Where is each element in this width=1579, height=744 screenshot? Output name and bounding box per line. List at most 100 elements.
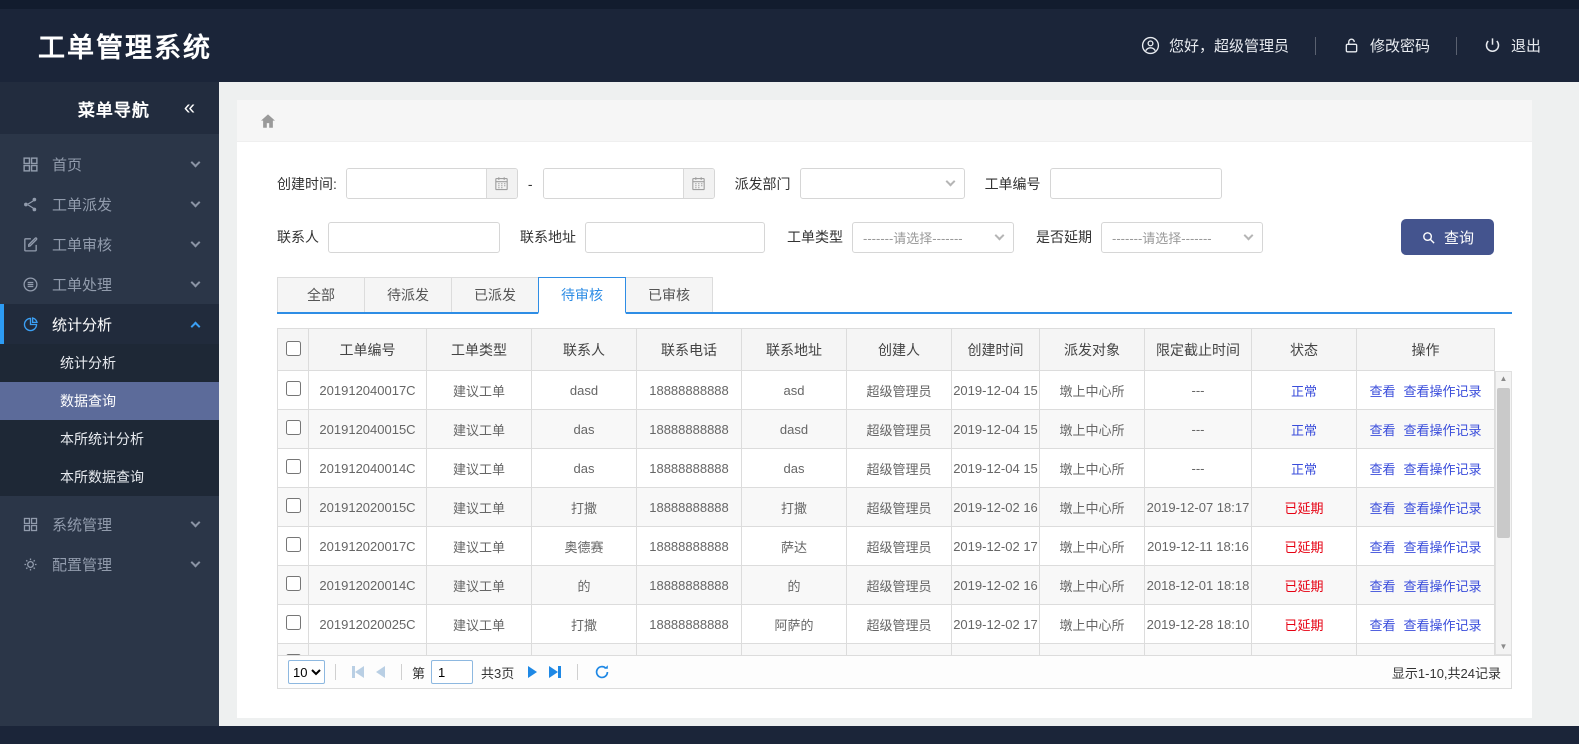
cell-empty [1356, 643, 1495, 655]
view-log-link[interactable]: 查看操作记录 [1404, 423, 1482, 438]
col-creator: 创建人 [846, 328, 952, 371]
sidebar-item-home[interactable]: 首页 [0, 144, 219, 184]
sidebar-item-config[interactable]: 配置管理 [0, 544, 219, 584]
page-number-input[interactable] [431, 660, 474, 684]
tab-all[interactable]: 全部 [277, 277, 365, 312]
table-header-row: 工单编号 工单类型 联系人 联系电话 联系地址 创建人 创建时间 派发对象 限定… [277, 328, 1495, 371]
view-link[interactable]: 查看 [1369, 423, 1395, 438]
contact-input[interactable] [328, 221, 500, 253]
cell-status: 正常 [1251, 370, 1357, 410]
collapse-sidebar-icon[interactable]: « [184, 97, 195, 120]
cell-actions: 查看 查看操作记录 [1356, 526, 1495, 566]
cell-type: 建议工单 [426, 370, 532, 410]
view-log-link[interactable]: 查看操作记录 [1404, 384, 1482, 399]
view-log-link[interactable]: 查看操作记录 [1404, 462, 1482, 477]
first-page-button[interactable] [352, 666, 364, 678]
select-all-checkbox[interactable] [285, 340, 301, 356]
sidebar-item-statistics[interactable]: 统计分析 [0, 304, 219, 344]
view-link[interactable]: 查看 [1369, 618, 1395, 633]
address-input[interactable] [585, 221, 765, 253]
order-type-value: -------请选择------- [863, 230, 963, 246]
row-checkbox[interactable] [285, 654, 301, 655]
sidebar-item-label: 系统管理 [52, 516, 113, 534]
delay-select[interactable]: -------请选择------- [1101, 221, 1263, 253]
date-separator: - [527, 175, 533, 192]
submenu-item-data-query[interactable]: 数据查询 [0, 382, 219, 420]
cell-actions: 查看 查看操作记录 [1356, 487, 1495, 527]
sidebar-item-system[interactable]: 系统管理 [0, 504, 219, 544]
cell-contact: 打撒 [531, 604, 637, 644]
calendar-icon[interactable] [485, 169, 517, 198]
refresh-icon[interactable] [594, 664, 610, 680]
row-checkbox[interactable] [285, 459, 301, 474]
greeting-text: 您好，超级管理员 [1168, 38, 1289, 55]
table-scrollbar[interactable]: ▲ ▼ [1495, 371, 1512, 655]
prev-page-button[interactable] [376, 666, 385, 678]
sidebar-item-process[interactable]: 工单处理 [0, 264, 219, 304]
tab-reviewed[interactable]: 已审核 [625, 277, 713, 312]
scrollbar-thumb[interactable] [1497, 388, 1510, 538]
cell-address: 阿萨的 [741, 604, 847, 644]
dispatch-dept-select[interactable] [799, 168, 965, 199]
view-log-link[interactable]: 查看操作记录 [1404, 618, 1482, 633]
pie-chart-icon [22, 316, 39, 333]
cell-created: 2019-12-02 17 [951, 526, 1040, 566]
view-log-link[interactable]: 查看操作记录 [1404, 540, 1482, 555]
order-type-select[interactable]: -------请选择------- [852, 221, 1014, 253]
logout-button[interactable]: 退出 [1483, 35, 1541, 56]
view-log-link[interactable]: 查看操作记录 [1404, 501, 1482, 516]
row-checkbox[interactable] [285, 381, 301, 396]
breadcrumb [237, 100, 1532, 142]
view-link[interactable]: 查看 [1369, 462, 1395, 477]
submenu-item-branch-data-query[interactable]: 本所数据查询 [0, 458, 219, 496]
cell-address: 的 [741, 565, 847, 605]
submenu-item-statistics[interactable]: 统计分析 [0, 344, 219, 382]
home-icon[interactable] [259, 112, 277, 130]
sidebar-item-dispatch[interactable]: 工单派发 [0, 184, 219, 224]
scroll-up-icon[interactable]: ▲ [1500, 372, 1508, 386]
cell-phone: 18888888888 [636, 487, 742, 527]
cell-address: 打撒 [741, 487, 847, 527]
cell-phone: 18888888888 [636, 370, 742, 410]
cell-actions: 查看 查看操作记录 [1356, 565, 1495, 605]
scroll-down-icon[interactable]: ▼ [1500, 640, 1508, 654]
cell-address: 萨达 [741, 526, 847, 566]
cell-target: 墩上中心所 [1039, 526, 1145, 566]
view-link[interactable]: 查看 [1369, 579, 1395, 594]
col-status: 状态 [1251, 328, 1357, 371]
row-checkbox[interactable] [285, 498, 301, 513]
tab-pending-review[interactable]: 待审核 [538, 277, 626, 314]
row-checkbox[interactable] [285, 420, 301, 435]
view-log-link[interactable]: 查看操作记录 [1404, 579, 1482, 594]
page-size-select[interactable]: 10 [288, 660, 325, 684]
cell-target: 墩上中心所 [1039, 409, 1145, 449]
table-row: 201912040015C 建议工单 das 18888888888 dasd 超级管理员… [277, 409, 1495, 449]
orders-table: 工单编号 工单类型 联系人 联系电话 联系地址 创建人 创建时间 派发对象 限定… [277, 328, 1495, 655]
edit-icon [22, 236, 39, 253]
calendar-icon[interactable] [682, 169, 714, 198]
tab-pending-dispatch[interactable]: 待派发 [364, 277, 452, 312]
last-page-button[interactable] [549, 666, 562, 678]
query-button[interactable]: 查询 [1400, 219, 1494, 255]
tab-dispatched[interactable]: 已派发 [451, 277, 539, 312]
cell-order_no: 201912020015C [308, 487, 427, 527]
submenu-item-branch-statistics[interactable]: 本所统计分析 [0, 420, 219, 458]
dashboard-grid-icon [22, 156, 39, 173]
view-link[interactable]: 查看 [1369, 501, 1395, 516]
statistics-submenu: 统计分析 数据查询 本所统计分析 本所数据查询 [0, 344, 219, 496]
cell-phone: 18888888888 [636, 565, 742, 605]
cell-order_no: 201912040014C [308, 448, 427, 488]
next-page-button[interactable] [528, 666, 538, 678]
create-time-start-input[interactable] [346, 169, 486, 198]
create-time-end-input[interactable] [543, 169, 683, 198]
view-link[interactable]: 查看 [1369, 540, 1395, 555]
sidebar-item-review[interactable]: 工单审核 [0, 224, 219, 264]
order-no-input[interactable] [1049, 168, 1222, 199]
view-link[interactable]: 查看 [1369, 384, 1395, 399]
sidebar-item-label: 配置管理 [52, 556, 113, 574]
change-password-button[interactable]: 修改密码 [1342, 35, 1430, 56]
row-checkbox[interactable] [285, 537, 301, 552]
row-checkbox[interactable] [285, 615, 301, 630]
row-checkbox[interactable] [285, 576, 301, 591]
user-greeting[interactable]: 您好，超级管理员 [1141, 35, 1289, 56]
